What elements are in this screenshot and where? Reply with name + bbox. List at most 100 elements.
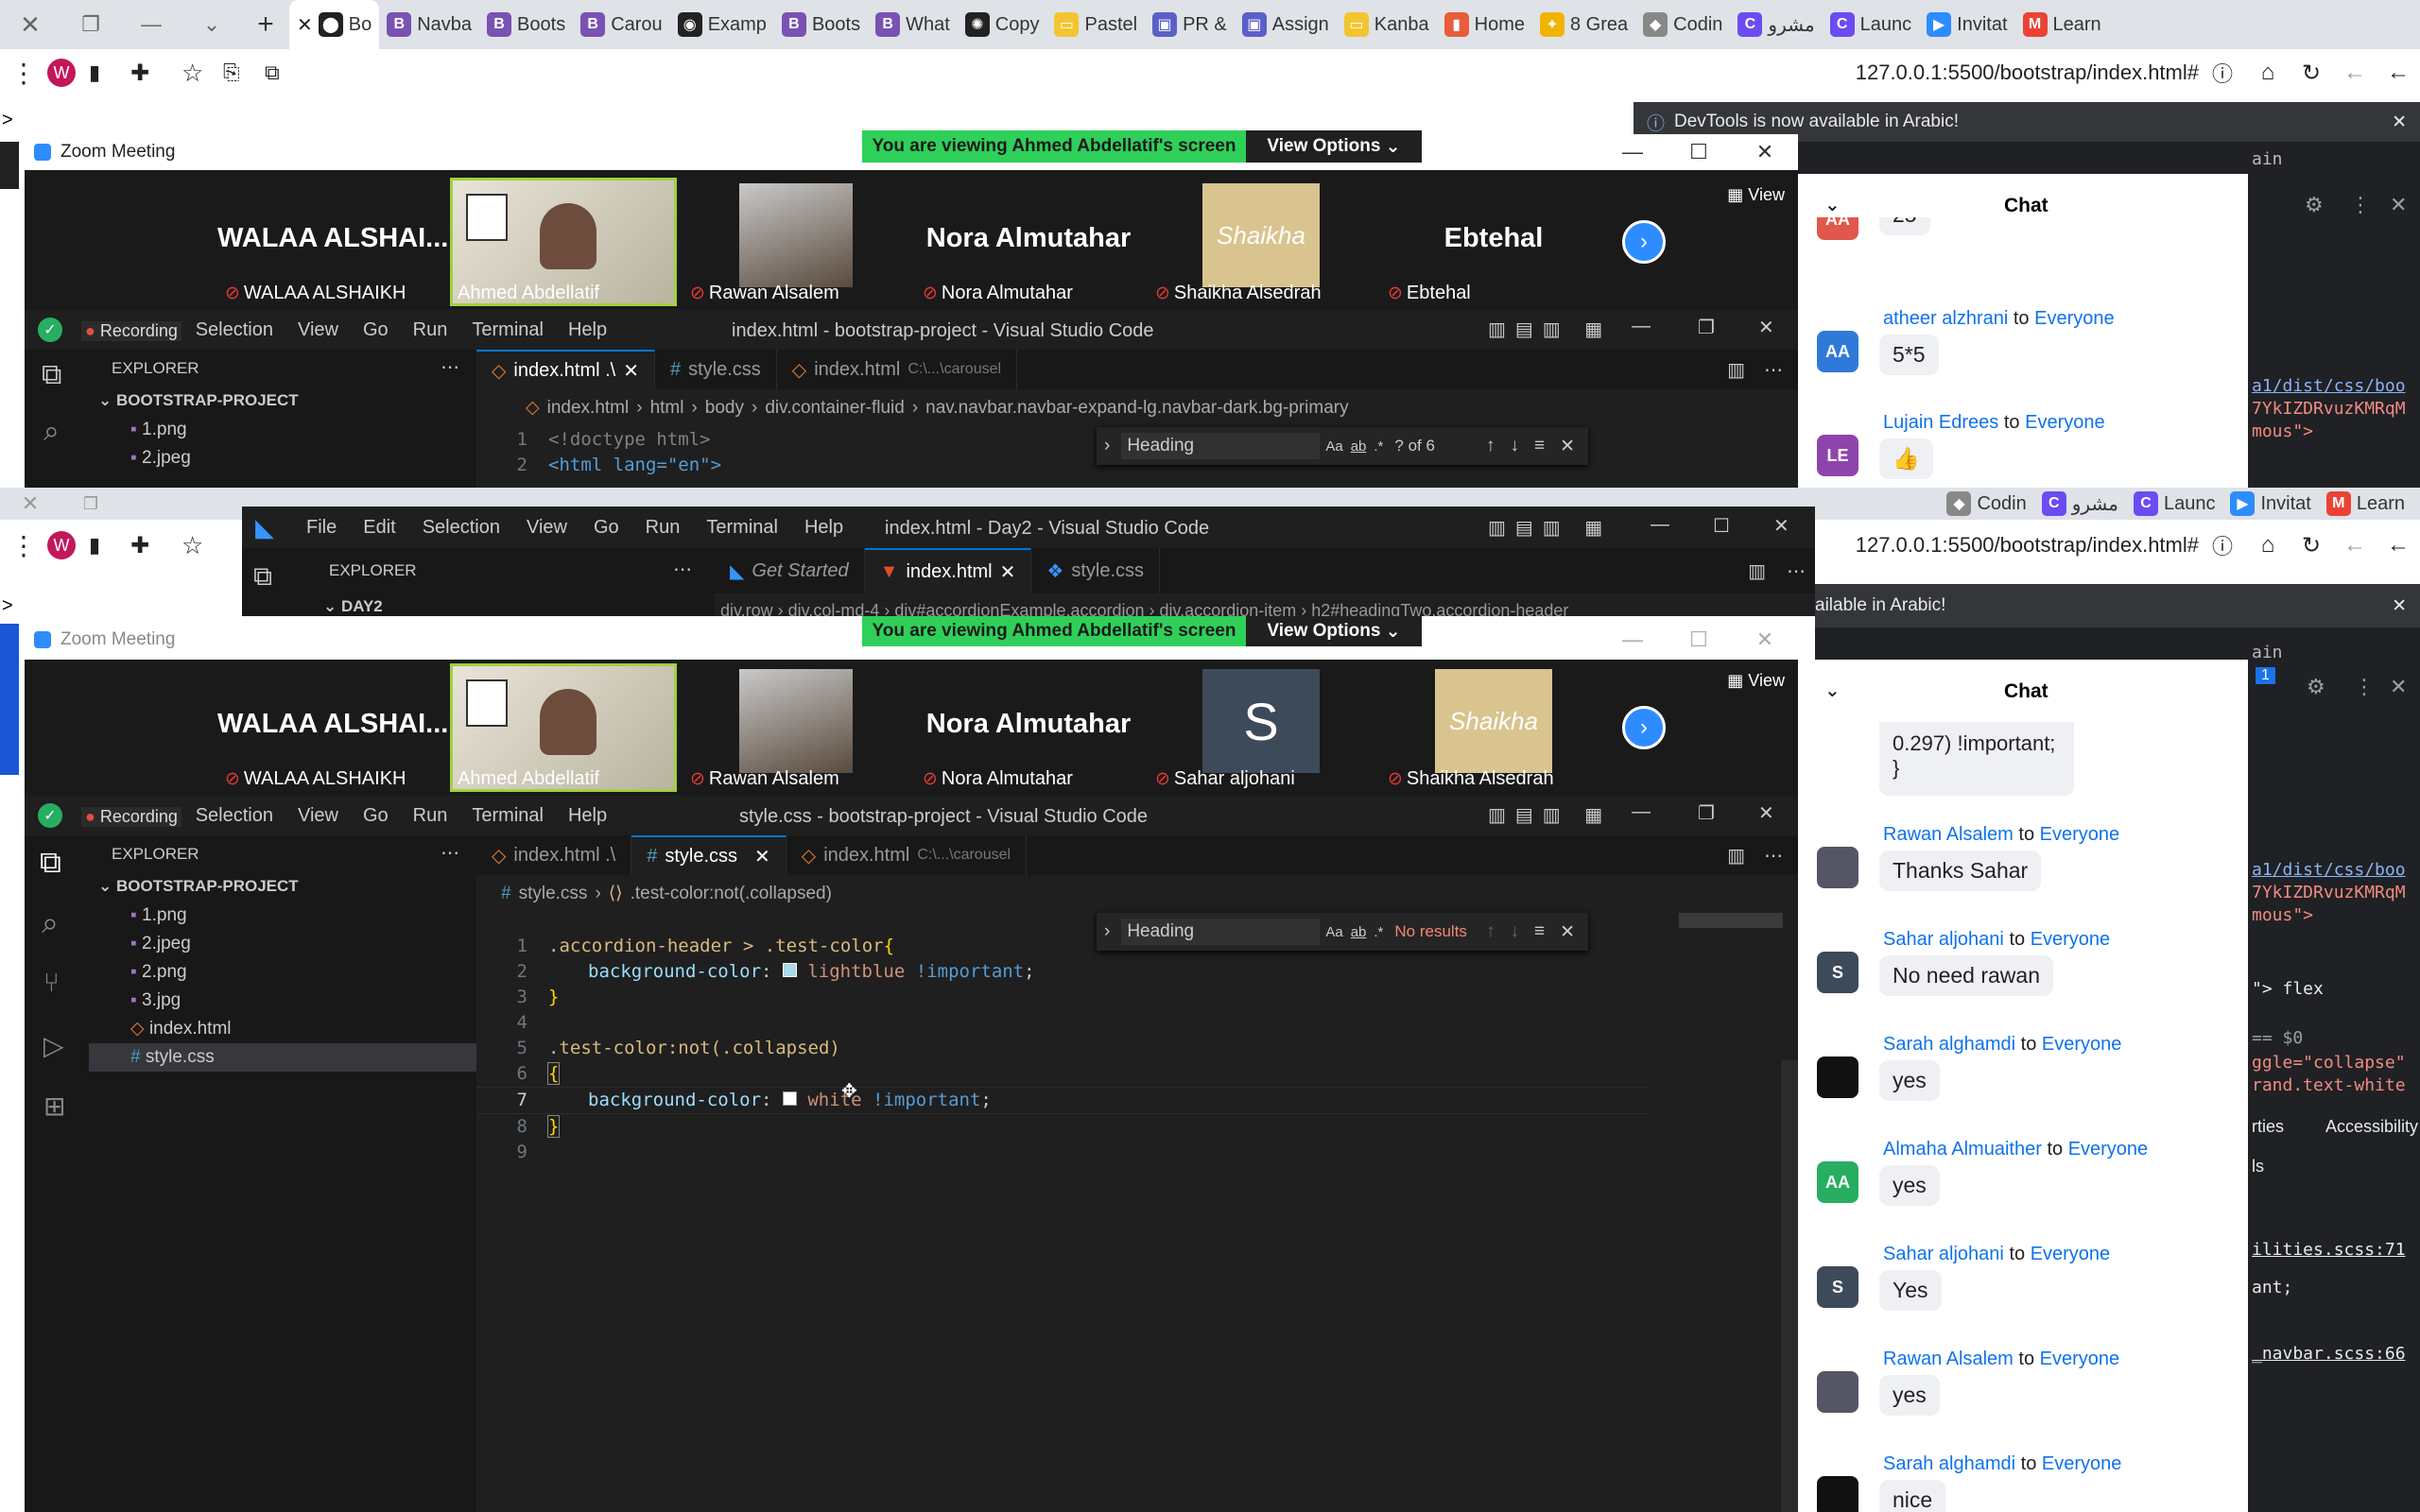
- new-tab-button[interactable]: +: [242, 9, 289, 41]
- tab-index-html[interactable]: ▼ index.html ✕: [864, 548, 1032, 593]
- devtools-tab[interactable]: Accessibility: [2325, 1117, 2418, 1137]
- breadcrumb-item[interactable]: body: [705, 398, 744, 419]
- browser-tab[interactable]: C Launc: [2126, 488, 2223, 520]
- extensions-icon[interactable]: ⊞: [43, 1091, 65, 1122]
- menu-dots-icon[interactable]: ⋮: [0, 530, 47, 561]
- tab-index-html[interactable]: ◇ index.html .\ ✕: [476, 350, 655, 389]
- split-editor-icon[interactable]: ▥: [1727, 844, 1745, 868]
- browser-tab[interactable]: ◆ Codin: [1939, 488, 2033, 520]
- maximize-icon[interactable]: ☐: [1666, 140, 1732, 164]
- chat-sender[interactable]: atheer alzhrani to Everyone: [1883, 308, 2115, 330]
- layout-icons[interactable]: ▥▤▥ ▦: [1488, 318, 1612, 341]
- back-icon[interactable]: ←: [2377, 532, 2420, 558]
- match-case-icon[interactable]: Aa: [1325, 438, 1342, 455]
- browser-tab[interactable]: ▣ PR &: [1145, 0, 1235, 49]
- close-icon[interactable]: ✕: [1732, 140, 1798, 164]
- close-icon[interactable]: ✕: [1732, 627, 1798, 652]
- gear-icon[interactable]: ⚙: [2307, 675, 2325, 699]
- view-options-button[interactable]: View Options ⌄: [1246, 616, 1422, 646]
- files-icon[interactable]: ⧉: [42, 359, 61, 391]
- back-icon[interactable]: ←: [2377, 60, 2420, 86]
- code-line[interactable]: 3}: [476, 985, 1705, 1010]
- minimize-icon[interactable]: —: [1599, 627, 1666, 652]
- restore-icon[interactable]: ❐: [60, 12, 121, 37]
- gear-icon[interactable]: ⚙: [2305, 193, 2324, 217]
- browser-tab[interactable]: ✺ Copy: [958, 0, 1047, 49]
- browser-tab[interactable]: ▭ Kanba: [1337, 0, 1437, 49]
- close-icon[interactable]: ✕: [0, 491, 60, 516]
- menu-item-terminal[interactable]: Terminal: [472, 319, 544, 341]
- file-item[interactable]: ▪ 2.png: [89, 958, 476, 987]
- chat-sender[interactable]: Sahar aljohani to Everyone: [1883, 1244, 2110, 1265]
- chat-sender[interactable]: Rawan Alsalem to Everyone: [1883, 824, 2119, 846]
- minimize-icon[interactable]: —: [1632, 801, 1651, 823]
- code-line[interactable]: 6{: [476, 1061, 1705, 1087]
- menu-item-selection[interactable]: Selection: [423, 517, 500, 539]
- close-icon[interactable]: ✕: [623, 359, 639, 383]
- tab-index-html[interactable]: ◇ index.html .\: [476, 835, 632, 875]
- arrow-down-icon[interactable]: ↓: [1510, 921, 1519, 942]
- close-icon[interactable]: ✕: [2392, 112, 2407, 133]
- participant-tile[interactable]: Ebtehal ⊘ Ebtehal: [1380, 178, 1607, 306]
- chat-sender[interactable]: Sarah alghamdi to Everyone: [1883, 1453, 2121, 1475]
- tab-get-started[interactable]: ◣ Get Started: [715, 548, 865, 593]
- menu-dots-icon[interactable]: ⋮: [0, 58, 47, 89]
- browser-tab[interactable]: ▣ Assign: [1235, 0, 1337, 49]
- regex-icon[interactable]: .*: [1374, 924, 1383, 940]
- info-icon[interactable]: ⓘ: [2199, 58, 2246, 88]
- browser-tab[interactable]: C مشرو: [2034, 488, 2126, 520]
- next-page-button[interactable]: ›: [1622, 706, 1666, 749]
- tab-index-html-carousel[interactable]: ◇ index.html C:\...\carousel: [786, 835, 1028, 875]
- chevron-down-icon[interactable]: ⌄: [1824, 193, 1841, 216]
- color-swatch[interactable]: [782, 963, 797, 977]
- file-item[interactable]: ▪ 1.png: [130, 420, 187, 440]
- project-folder[interactable]: ⌄ DAY2: [323, 597, 383, 616]
- whole-word-icon[interactable]: ab: [1351, 924, 1367, 940]
- chat-sender[interactable]: Sarah alghamdi to Everyone: [1883, 1034, 2121, 1056]
- code-line[interactable]: <html lang="en">: [548, 455, 721, 475]
- run-debug-icon[interactable]: ▷: [43, 1030, 64, 1061]
- close-icon[interactable]: ✕: [297, 13, 313, 37]
- maximize-icon[interactable]: ☐: [1666, 627, 1732, 652]
- code-line[interactable]: <!doctype html>: [548, 429, 711, 450]
- arrow-down-icon[interactable]: ↓: [1510, 436, 1519, 456]
- close-icon[interactable]: ✕: [1560, 921, 1575, 943]
- split-editor-icon[interactable]: ▥: [1727, 358, 1745, 382]
- browser-tab[interactable]: B Boots: [479, 0, 573, 49]
- info-icon[interactable]: ⓘ: [2199, 530, 2246, 560]
- menu-item-go[interactable]: Go: [594, 517, 619, 539]
- home-icon[interactable]: ⌂: [2246, 532, 2290, 558]
- menu-item-help[interactable]: Help: [568, 805, 607, 827]
- close-icon[interactable]: ✕: [754, 845, 770, 868]
- breadcrumb-item[interactable]: .test-color:not(.collapsed): [631, 884, 832, 904]
- menu-item-view[interactable]: View: [527, 517, 567, 539]
- menu-dots-icon[interactable]: ⋮: [2350, 193, 2371, 217]
- reload-icon[interactable]: ↻: [2290, 60, 2333, 87]
- file-item[interactable]: # style.css: [89, 1043, 476, 1072]
- close-icon[interactable]: ✕: [1773, 514, 1789, 538]
- participant-tile[interactable]: Nora Almutahar ⊘ Nora Almutahar: [915, 178, 1142, 306]
- browser-tab[interactable]: ▶ Invitat: [1919, 0, 2014, 49]
- browser-tab[interactable]: ▶ Invitat: [2222, 488, 2318, 520]
- files-icon[interactable]: ⧉: [40, 845, 61, 881]
- close-icon[interactable]: ✕: [2390, 675, 2407, 699]
- layout-icons[interactable]: ▥▤▥ ▦: [1488, 803, 1612, 827]
- profile-avatar[interactable]: W: [47, 59, 76, 87]
- code-line-current[interactable]: 7 background-color: white !important;: [476, 1087, 1649, 1114]
- next-page-button[interactable]: ›: [1622, 220, 1666, 264]
- minimize-icon[interactable]: —: [121, 12, 182, 37]
- menu-dots-icon[interactable]: ⋯: [441, 841, 459, 865]
- close-icon[interactable]: ✕: [1000, 560, 1016, 584]
- file-item[interactable]: ◇ index.html: [89, 1015, 476, 1043]
- project-folder[interactable]: ⌄ BOOTSTRAP-PROJECT: [98, 877, 299, 896]
- profile-avatar[interactable]: W: [47, 531, 76, 559]
- search-icon[interactable]: ⌕: [43, 416, 60, 448]
- breadcrumb-item[interactable]: div.container-fluid: [765, 398, 905, 419]
- menu-item-view[interactable]: View: [298, 805, 338, 827]
- menu-item-go[interactable]: Go: [363, 319, 389, 341]
- participant-tile[interactable]: Nora Almutahar ⊘ Nora Almutahar: [915, 663, 1142, 792]
- sidebar-icon[interactable]: ▮: [89, 533, 130, 558]
- scrollbar[interactable]: [1781, 1060, 1798, 1512]
- maximize-icon[interactable]: ☐: [1713, 514, 1730, 538]
- bookmark-star-icon[interactable]: ☆: [182, 59, 223, 88]
